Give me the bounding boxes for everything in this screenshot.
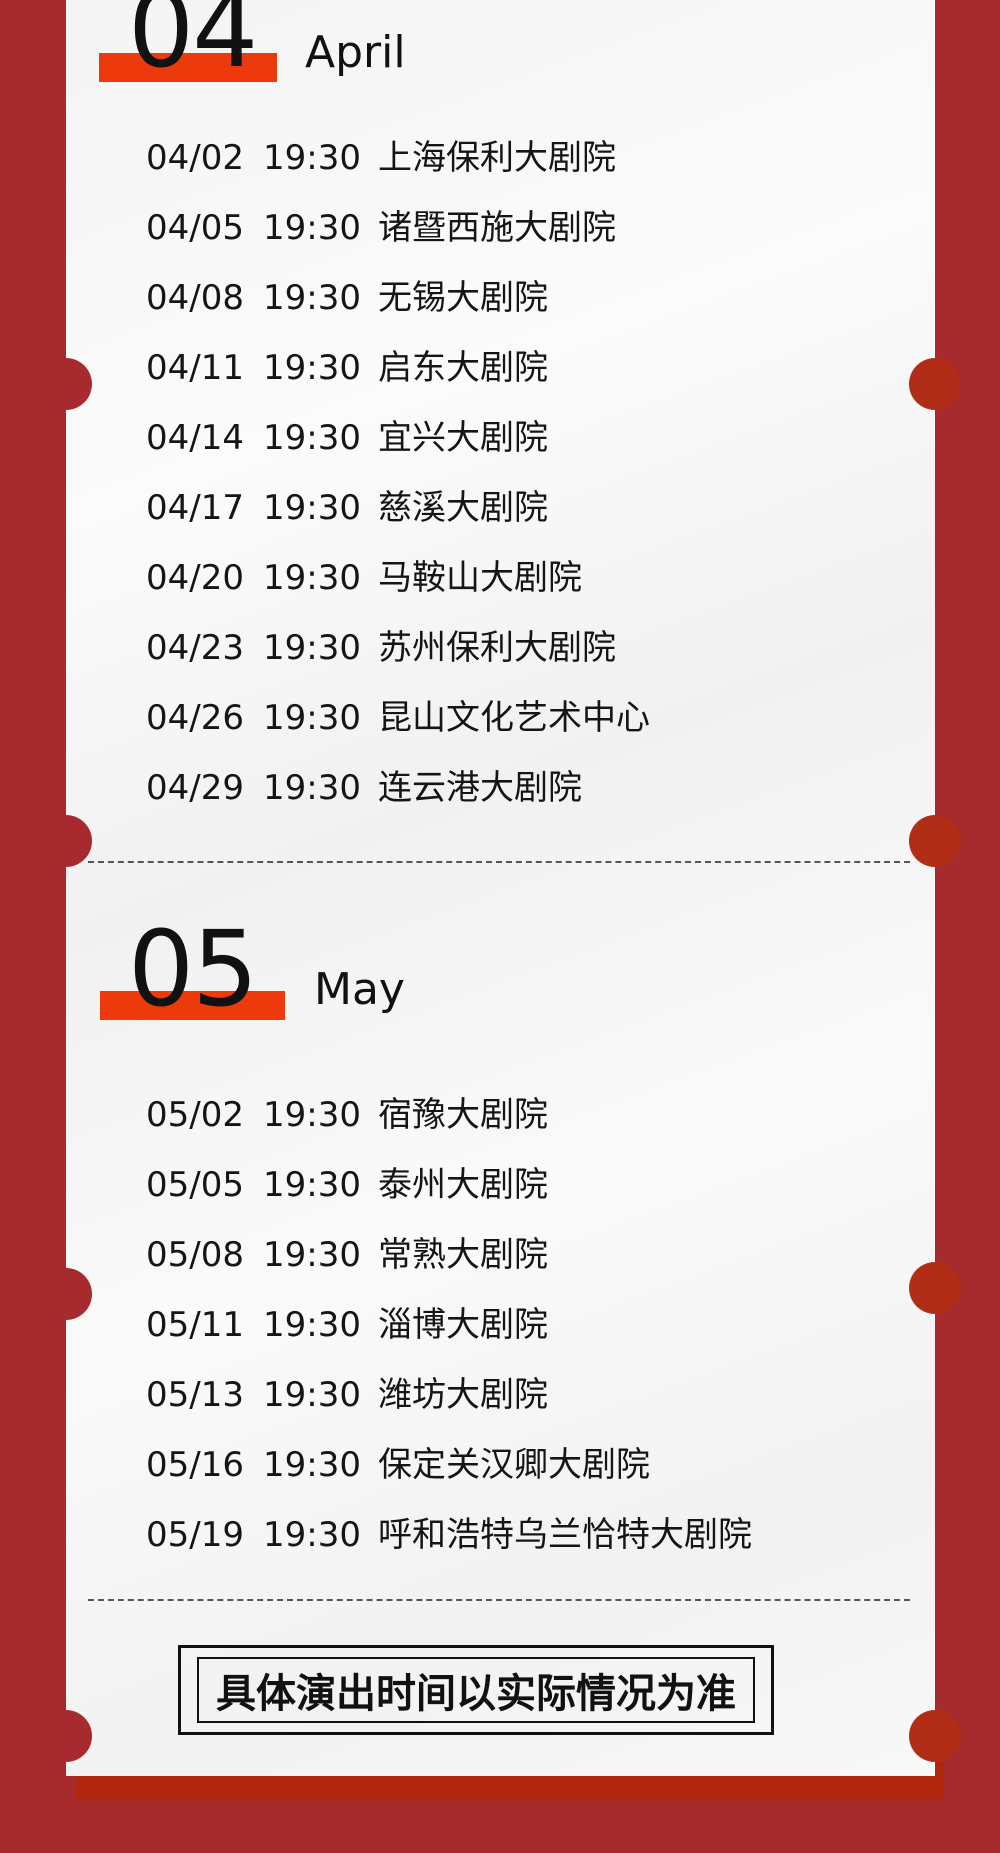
show-date: 04/08 (146, 278, 244, 318)
show-time: 19:30 (263, 1165, 361, 1205)
show-venue: 保定关汉卿大剧院 (378, 1445, 650, 1485)
show-time: 19:30 (263, 628, 361, 668)
may-month-name: May (314, 964, 405, 1015)
show-date: 04/26 (146, 698, 244, 738)
show-time: 19:30 (263, 1515, 361, 1555)
show-date: 05/13 (146, 1375, 244, 1415)
show-date: 04/05 (146, 208, 244, 248)
show-time: 19:30 (263, 1235, 361, 1275)
show-date: 05/02 (146, 1095, 244, 1135)
may-month-number: 05 (128, 908, 258, 1030)
show-venue: 常熟大剧院 (378, 1235, 548, 1275)
show-date: 05/08 (146, 1235, 244, 1275)
show-date: 04/14 (146, 418, 244, 458)
show-time: 19:30 (263, 348, 361, 388)
show-venue: 泰州大剧院 (378, 1165, 548, 1205)
ticket-notch (909, 1710, 961, 1762)
ticket-notch (40, 1710, 92, 1762)
april-month-number: 04 (128, 0, 258, 91)
disclaimer-text: 具体演出时间以实际情况为准 (197, 1657, 755, 1723)
show-venue: 启东大剧院 (378, 348, 548, 388)
show-time: 19:30 (263, 1095, 361, 1135)
show-venue: 无锡大剧院 (378, 278, 548, 318)
show-time: 19:30 (263, 1445, 361, 1485)
show-date: 04/02 (146, 138, 244, 178)
ticket-notch (909, 1262, 961, 1314)
show-time: 19:30 (263, 768, 361, 808)
show-time: 19:30 (263, 1375, 361, 1415)
show-venue: 苏州保利大剧院 (378, 628, 616, 668)
show-date: 05/05 (146, 1165, 244, 1205)
show-date: 04/20 (146, 558, 244, 598)
show-date: 05/19 (146, 1515, 244, 1555)
show-date: 04/17 (146, 488, 244, 528)
show-time: 19:30 (263, 138, 361, 178)
show-venue: 诸暨西施大剧院 (378, 208, 616, 248)
section-divider (88, 1599, 910, 1601)
section-divider (88, 861, 910, 863)
show-time: 19:30 (263, 698, 361, 738)
ticket-notch (909, 815, 961, 867)
show-venue: 慈溪大剧院 (378, 488, 548, 528)
show-venue: 潍坊大剧院 (378, 1375, 548, 1415)
show-venue: 马鞍山大剧院 (378, 558, 582, 598)
ticket-notch (40, 1268, 92, 1320)
show-venue: 上海保利大剧院 (378, 138, 616, 178)
ticket-notch (40, 358, 92, 410)
show-time: 19:30 (263, 488, 361, 528)
april-month-name: April (305, 27, 406, 78)
show-venue: 昆山文化艺术中心 (378, 698, 650, 738)
show-time: 19:30 (263, 558, 361, 598)
show-venue: 宜兴大剧院 (378, 418, 548, 458)
show-date: 05/11 (146, 1305, 244, 1345)
show-time: 19:30 (263, 278, 361, 318)
show-date: 05/16 (146, 1445, 244, 1485)
ticket-notch (909, 358, 961, 410)
ticket-notch (40, 815, 92, 867)
show-time: 19:30 (263, 1305, 361, 1345)
show-venue: 呼和浩特乌兰恰特大剧院 (378, 1515, 752, 1555)
disclaimer-box: 具体演出时间以实际情况为准 (178, 1645, 774, 1735)
show-venue: 连云港大剧院 (378, 768, 582, 808)
show-date: 04/29 (146, 768, 244, 808)
show-venue: 淄博大剧院 (378, 1305, 548, 1345)
show-time: 19:30 (263, 208, 361, 248)
show-venue: 宿豫大剧院 (378, 1095, 548, 1135)
show-date: 04/11 (146, 348, 244, 388)
show-date: 04/23 (146, 628, 244, 668)
show-time: 19:30 (263, 418, 361, 458)
